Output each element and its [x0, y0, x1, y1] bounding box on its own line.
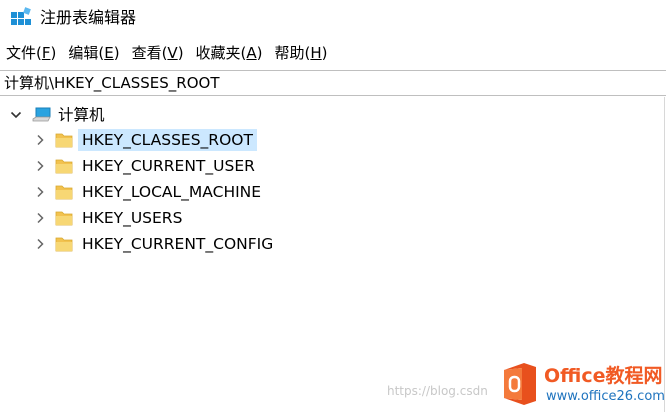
tree-node-hkey-current-user[interactable]: HKEY_CURRENT_USER — [0, 154, 400, 178]
tree-node-label: HKEY_CLASSES_ROOT — [78, 129, 257, 151]
menu-help[interactable]: 帮助(H) — [275, 42, 328, 64]
tree-node-label: HKEY_USERS — [82, 209, 183, 227]
brand-watermark: Office教程网 www.office26.com — [500, 360, 666, 412]
menu-favorites[interactable]: 收藏夹(A) — [196, 42, 263, 64]
title-bar: 注册表编辑器 — [0, 0, 666, 36]
tree-node-label: HKEY_CURRENT_USER — [82, 157, 255, 175]
tree-node-hkey-local-machine[interactable]: HKEY_LOCAL_MACHINE — [0, 180, 400, 204]
brand-name: Office教程网 — [544, 365, 663, 387]
chevron-right-icon[interactable] — [34, 212, 46, 224]
computer-icon — [32, 107, 51, 122]
tree-node-label: 计算机 — [58, 106, 105, 124]
tree-node-computer[interactable]: 计算机 — [0, 103, 300, 127]
registry-editor-icon — [11, 7, 31, 25]
folder-icon — [55, 159, 73, 174]
menu-bar: 文件(F) 编辑(E) 查看(V) 收藏夹(A) 帮助(H) — [0, 40, 666, 66]
chevron-down-icon[interactable] — [10, 109, 22, 121]
office-logo-icon — [504, 363, 536, 405]
menu-edit[interactable]: 编辑(E) — [68, 42, 119, 64]
tree-node-hkey-current-config[interactable]: HKEY_CURRENT_CONFIG — [0, 232, 400, 256]
folder-icon — [55, 237, 73, 252]
tree-node-label: HKEY_CURRENT_CONFIG — [82, 235, 274, 253]
folder-icon — [55, 211, 73, 226]
menu-view[interactable]: 查看(V) — [132, 42, 184, 64]
chevron-right-icon[interactable] — [34, 160, 46, 172]
tree-node-hkey-users[interactable]: HKEY_USERS — [0, 206, 400, 230]
tree-node-label: HKEY_LOCAL_MACHINE — [82, 183, 262, 201]
tree-node-hkey-classes-root[interactable]: HKEY_CLASSES_ROOT — [0, 128, 400, 152]
brand-site: www.office26.com — [546, 389, 665, 404]
chevron-right-icon[interactable] — [34, 134, 46, 146]
window-title: 注册表编辑器 — [40, 8, 137, 27]
address-bar[interactable]: 计算机\HKEY_CLASSES_ROOT — [0, 70, 666, 96]
folder-icon — [55, 185, 73, 200]
folder-icon — [55, 133, 73, 148]
address-path[interactable]: 计算机\HKEY_CLASSES_ROOT — [4, 71, 220, 95]
watermark-url: https://blog.csdn — [387, 384, 488, 398]
menu-file[interactable]: 文件(F) — [6, 42, 56, 64]
chevron-right-icon[interactable] — [34, 238, 46, 250]
chevron-right-icon[interactable] — [34, 186, 46, 198]
